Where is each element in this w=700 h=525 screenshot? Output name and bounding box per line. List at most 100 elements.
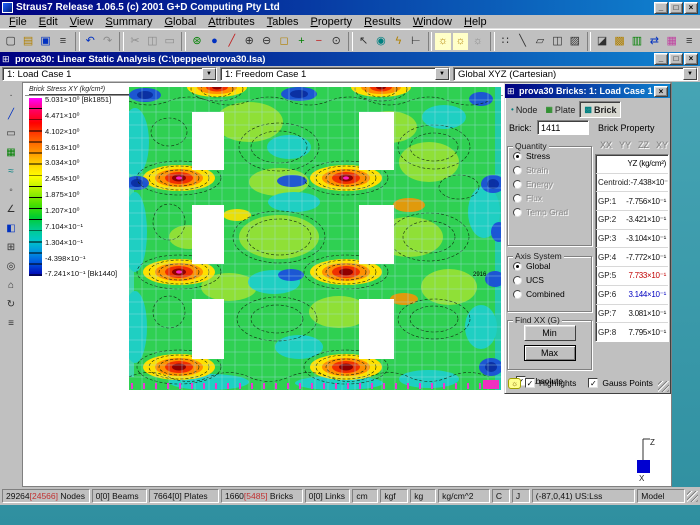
quantity-stress[interactable]: Stress [513,151,591,161]
lightning-icon[interactable]: ϟ [390,32,407,51]
chevron-down-icon[interactable]: ▼ [202,68,216,80]
brick-results-panel[interactable]: ⊞ prova30 Bricks: 1: Load Case 1 × • Nod… [504,83,671,394]
draw-pen-icon[interactable]: ╱ [223,32,240,51]
tab-brick[interactable]: ▩ Brick [579,101,621,118]
radio-icon[interactable] [513,194,522,203]
select-cascade-icon[interactable]: ≡ [2,315,20,333]
freedom-case-combo[interactable]: 1: Freedom Case 1 ▼ [220,67,450,81]
component-xy[interactable]: XY [656,140,668,150]
quantity-strain[interactable]: Strain [513,165,591,175]
magnifier-icon[interactable]: ⊙ [328,32,345,51]
app-titlebar[interactable]: Straus7 Release 1.06.5 (c) 2001 G+D Comp… [0,0,700,15]
print-icon[interactable]: ≡ [54,32,71,51]
world-refresh-icon[interactable]: ◉ [372,32,389,51]
quantity-temp-grad[interactable]: Temp Grad [513,207,591,217]
menu-window[interactable]: Window [408,16,457,28]
radio-icon[interactable] [513,208,522,217]
component-zz[interactable]: ZZ [638,140,649,150]
menu-results[interactable]: Results [359,16,406,28]
maximize-button[interactable]: □ [669,2,683,14]
copy-icon[interactable]: ◫ [144,32,161,51]
light-front-icon[interactable]: ☼ [434,32,451,51]
show-entities-icon[interactable]: ⊛ [188,32,205,51]
contour-plot[interactable]: 2916 [129,87,501,390]
radio-icon[interactable] [513,262,522,271]
tab-node[interactable]: • Node [507,101,541,118]
group-folder-icon[interactable]: ▩ [611,32,628,51]
component-yy[interactable]: YY [619,140,631,150]
minimize-button[interactable]: _ [654,2,668,14]
menu-property[interactable]: Property [306,16,358,28]
tab-plate[interactable]: ▦ Plate [541,101,579,118]
menu-file[interactable]: File [4,16,32,28]
doc-close-button[interactable]: × [684,53,698,65]
close-button[interactable]: × [684,2,698,14]
image-export-icon[interactable]: ▦ [663,32,680,51]
quantity-flux[interactable]: Flux [513,193,591,203]
select-path-icon[interactable]: ↻ [2,296,20,314]
select-region-icon[interactable]: ⊞ [2,239,20,257]
menu-tables[interactable]: Tables [262,16,304,28]
select-brick-icon[interactable]: ▦ [2,144,20,162]
component-xx[interactable]: XX [600,140,612,150]
menu-summary[interactable]: Summary [100,16,157,28]
axis-combined[interactable]: Combined [513,289,591,299]
radio-icon[interactable] [513,290,522,299]
new-file-icon[interactable]: ▢ [2,32,19,51]
save-file-icon[interactable]: ▣ [37,32,54,51]
display-solid-icon[interactable]: ▨ [566,32,583,51]
radio-icon[interactable] [513,152,522,161]
select-link-icon[interactable]: ≈ [2,163,20,181]
scale-down-icon[interactable]: − [310,32,327,51]
panel-close-button[interactable]: × [654,86,668,97]
coord-system-combo[interactable]: Global XYZ (Cartesian) ▼ [453,67,698,81]
display-outline-icon[interactable]: ▱ [531,32,548,51]
select-vertex-icon[interactable]: ◦ [2,182,20,200]
panel-resize-grip[interactable] [658,381,669,392]
light-back-icon[interactable]: ☼ [452,32,469,51]
doc-minimize-button[interactable]: _ [654,53,668,65]
redo-icon[interactable]: ↷ [99,32,116,51]
select-node-icon[interactable]: ∙ [2,87,20,105]
cut-icon[interactable]: ✂ [126,32,143,51]
scale-up-icon[interactable]: + [293,32,310,51]
globe-display-icon[interactable]: ● [206,32,223,51]
brick-number-input[interactable] [537,120,589,135]
select-beam-icon[interactable]: ╱ [2,106,20,124]
select-arrow-icon[interactable]: ↖ [355,32,372,51]
display-hidden-icon[interactable]: ◫ [549,32,566,51]
select-plate-icon[interactable]: ▭ [2,125,20,143]
doc-restore-button[interactable]: □ [669,53,683,65]
quantity-energy[interactable]: Energy [513,179,591,189]
menu-help[interactable]: Help [459,16,492,28]
select-polygon-icon[interactable]: ⌂ [2,277,20,295]
axis-ucs[interactable]: UCS [513,275,591,285]
radio-icon[interactable] [513,166,522,175]
axis-global[interactable]: Global [513,261,591,271]
probe-icon[interactable]: ⊢ [407,32,424,51]
find-max-button[interactable]: Max [524,345,576,361]
open-file-icon[interactable]: ▤ [19,32,36,51]
highlights-checkbox[interactable]: ✓ [525,378,535,388]
contour-settings-icon[interactable]: ◪ [593,32,610,51]
document-titlebar[interactable]: ⊞ prova30: Linear Static Analysis (C:\pe… [0,52,700,66]
zoom-out-icon[interactable]: ⊖ [258,32,275,51]
zoom-window-icon[interactable]: ◻ [275,32,292,51]
menu-global[interactable]: Global [159,16,201,28]
menu-edit[interactable]: Edit [34,16,63,28]
contour-plot-svg[interactable]: 2916 [129,87,501,390]
window-resize-grip[interactable] [687,491,698,502]
chevron-down-icon[interactable]: ▼ [683,68,697,80]
select-edge-icon[interactable]: ∠ [2,201,20,219]
radio-icon[interactable] [513,180,522,189]
menu-view[interactable]: View [65,16,99,28]
display-wireframe-icon[interactable]: ╲ [514,32,531,51]
display-points-icon[interactable]: ∷ [497,32,514,51]
legend-bar-icon[interactable]: ▥ [628,32,645,51]
undo-icon[interactable]: ↶ [82,32,99,51]
select-face-icon[interactable]: ◧ [2,220,20,238]
radio-icon[interactable] [513,276,522,285]
select-circle-icon[interactable]: ◎ [2,258,20,276]
menu-attributes[interactable]: Attributes [203,16,259,28]
model-canvas[interactable]: Brick Stress XY (kg/cm²) 5.031×10⁰ [Bk18… [22,82,672,487]
